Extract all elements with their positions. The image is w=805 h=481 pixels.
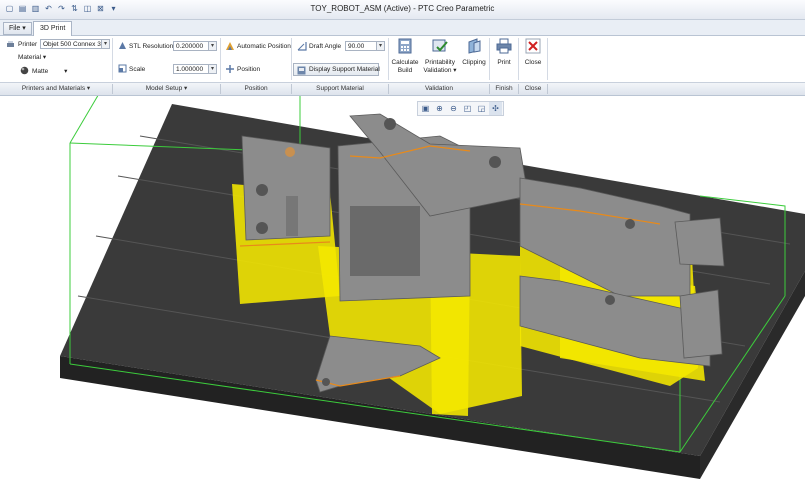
- group-finish: Finish: [490, 84, 519, 94]
- group-validation: Validation: [389, 84, 490, 94]
- refit-icon[interactable]: ▣: [419, 102, 432, 115]
- group-position: Position: [221, 84, 292, 94]
- printability-validation-icon: [432, 39, 448, 52]
- position-button[interactable]: Position: [237, 65, 260, 74]
- group-model-setup[interactable]: Model Setup ▾: [113, 84, 221, 94]
- repaint-icon[interactable]: ◰: [461, 102, 474, 115]
- scale-dropdown[interactable]: ▾: [209, 64, 217, 74]
- automatic-position-button[interactable]: Automatic Position: [237, 42, 291, 51]
- group-separator: [489, 38, 490, 80]
- group-separator: [388, 38, 389, 80]
- window-title: TOY_ROBOT_ASM (Active) - PTC Creo Parame…: [310, 4, 495, 13]
- printability-validation-button[interactable]: Printability Validation ▾: [421, 38, 459, 75]
- view-manager-icon[interactable]: ◲: [475, 102, 488, 115]
- print-button[interactable]: Print: [492, 38, 516, 67]
- stl-resolution-label: STL Resolution: [129, 43, 174, 50]
- tab-3d-print[interactable]: 3D Print: [33, 21, 73, 36]
- calculate-build-button[interactable]: Calculate Build: [390, 38, 420, 75]
- view-toolbar: ▣ ⊕ ⊖ ◰ ◲ ✣: [417, 101, 504, 116]
- print-tray-scene: [60, 91, 805, 479]
- finish-dropdown[interactable]: Matte ▾: [32, 67, 67, 76]
- ribbon: Printer Objet 500 Connex 3 ▾ Material ▾ …: [0, 36, 805, 83]
- automatic-position-icon: [226, 42, 234, 50]
- scale-label: Scale: [129, 66, 146, 73]
- group-printers-materials[interactable]: Printers and Materials ▾: [0, 84, 113, 94]
- draft-angle-icon: [297, 42, 307, 51]
- finish-icon: [20, 66, 29, 75]
- close-icon: [525, 38, 541, 54]
- display-support-material-button[interactable]: Display Support Material: [293, 63, 380, 76]
- group-separator: [291, 38, 292, 80]
- calculator-icon: [398, 38, 412, 54]
- close-button[interactable]: Close: [521, 38, 545, 67]
- group-support-material: Support Material: [292, 84, 389, 94]
- clipping-icon: [468, 38, 481, 54]
- draft-angle-label: Draft Angle: [309, 43, 342, 50]
- group-separator: [220, 38, 221, 80]
- scale-input[interactable]: 1.000000: [173, 64, 209, 74]
- ribbon-tabs: File ▾ 3D Print: [0, 20, 805, 36]
- printer-select[interactable]: Objet 500 Connex 3: [40, 39, 102, 49]
- spin-center-icon[interactable]: ✣: [489, 102, 502, 115]
- material-dropdown[interactable]: Material ▾: [18, 53, 46, 62]
- zoom-out-icon[interactable]: ⊖: [447, 102, 460, 115]
- stl-resolution-input[interactable]: 0.200000: [173, 41, 209, 51]
- stl-resolution-dropdown[interactable]: ▾: [209, 41, 217, 51]
- clipping-button[interactable]: Clipping: [461, 38, 487, 67]
- group-separator: [112, 38, 113, 80]
- scale-icon: [118, 64, 127, 73]
- zoom-in-icon[interactable]: ⊕: [433, 102, 446, 115]
- print-icon: [496, 38, 512, 54]
- stl-resolution-icon: [119, 42, 126, 49]
- title-bar: ▢ ▤ ▥ ↶ ↷ ⇅ ◫ ⊠ ▾ TOY_ROBOT_ASM (Active)…: [0, 0, 805, 20]
- support-material-icon: [297, 66, 306, 74]
- draft-angle-dropdown[interactable]: ▾: [377, 41, 385, 51]
- printer-label: Printer: [18, 41, 38, 48]
- group-separator: [518, 38, 519, 80]
- tab-file[interactable]: File ▾: [3, 22, 32, 35]
- position-icon: [226, 65, 234, 73]
- group-separator: [547, 38, 548, 80]
- draft-angle-input[interactable]: 90.00: [345, 41, 377, 51]
- group-close: Close: [519, 84, 548, 94]
- printer-icon: [7, 41, 14, 47]
- printer-dropdown[interactable]: ▾: [102, 39, 110, 49]
- ribbon-group-labels: Printers and Materials ▾ Model Setup ▾ P…: [0, 83, 805, 96]
- graphics-viewport[interactable]: [0, 91, 805, 479]
